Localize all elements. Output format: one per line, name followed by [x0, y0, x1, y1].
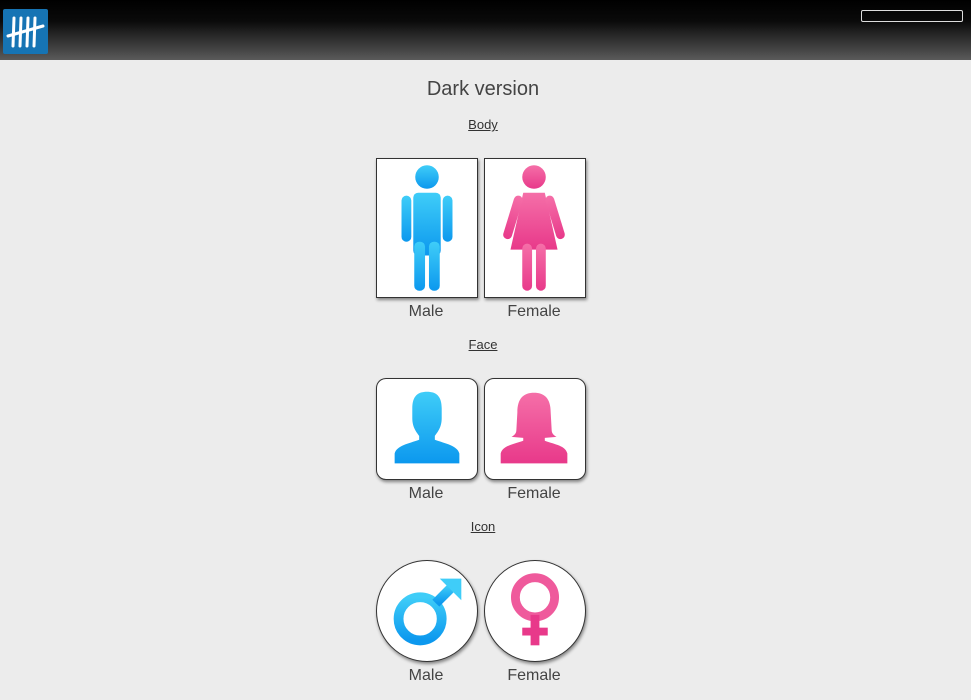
female-face-caption: Female [507, 485, 561, 502]
section-link-face[interactable]: Face [469, 337, 498, 352]
male-symbol-tile[interactable] [376, 560, 478, 662]
male-face-tile[interactable] [376, 378, 478, 480]
male-face-icon [394, 391, 460, 464]
female-symbol-tile[interactable] [484, 560, 586, 662]
page-title: Dark version [426, 78, 540, 100]
female-body-icon [503, 165, 565, 291]
female-body-caption: Female [507, 303, 561, 320]
female-symbol-caption: Female [507, 667, 561, 684]
section-link-body[interactable]: Body [468, 117, 498, 132]
male-symbol-icon [393, 578, 462, 646]
male-body-tile[interactable] [376, 158, 478, 298]
female-face-icon [500, 392, 568, 464]
section-body: Body [0, 117, 966, 132]
male-symbol-caption: Male [408, 667, 444, 684]
section-link-icon[interactable]: Icon [471, 519, 496, 534]
top-bar [0, 0, 971, 60]
app-logo[interactable] [3, 9, 48, 54]
section-face: Face [0, 337, 966, 352]
search-input[interactable] [861, 10, 963, 22]
male-body-icon [401, 165, 453, 291]
male-face-caption: Male [408, 485, 444, 502]
female-body-tile[interactable] [484, 158, 586, 298]
female-symbol-icon [510, 573, 560, 646]
tally-marks-icon [6, 16, 45, 48]
female-face-tile[interactable] [484, 378, 586, 480]
section-icon: Icon [0, 519, 966, 534]
male-body-caption: Male [408, 303, 444, 320]
